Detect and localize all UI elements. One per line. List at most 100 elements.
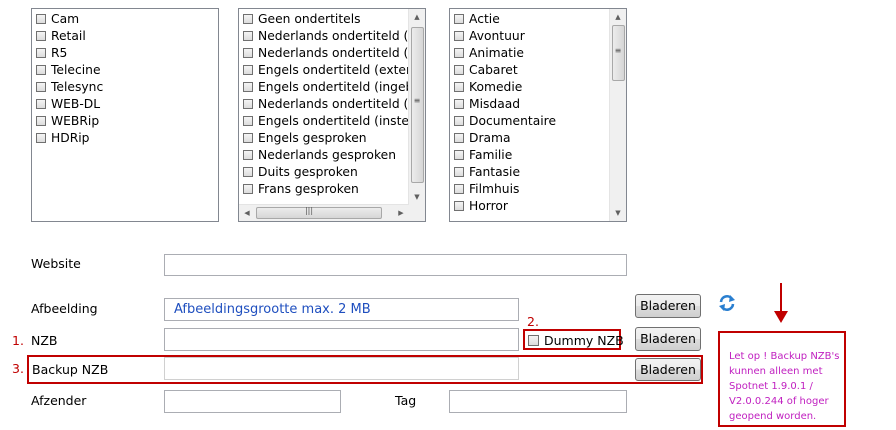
scroll-down-arrow-icon[interactable]: ▼ bbox=[409, 189, 425, 205]
scroll-thumb[interactable] bbox=[411, 27, 424, 183]
checkbox-icon[interactable] bbox=[454, 150, 464, 160]
genre-item-label: Misdaad bbox=[469, 97, 521, 111]
genre-item[interactable]: Misdaad bbox=[450, 96, 610, 113]
subtitle-item[interactable]: Engels gesproken bbox=[239, 130, 409, 147]
subtitle-item[interactable]: Frans gesproken bbox=[239, 181, 409, 198]
checkbox-icon[interactable] bbox=[36, 133, 46, 143]
refresh-icon[interactable] bbox=[717, 293, 737, 313]
checkbox-icon[interactable] bbox=[36, 31, 46, 41]
checkbox-icon[interactable] bbox=[454, 82, 464, 92]
scroll-down-arrow-icon[interactable]: ▼ bbox=[610, 205, 626, 221]
sender-label: Afzender bbox=[31, 393, 87, 408]
subtitle-item[interactable]: Engels ondertiteld (ingeba bbox=[239, 79, 409, 96]
checkbox-icon[interactable] bbox=[454, 31, 464, 41]
nzb-input[interactable] bbox=[164, 328, 519, 351]
format-item[interactable]: R5 bbox=[32, 45, 218, 62]
subtitle-item[interactable]: Nederlands gesproken bbox=[239, 147, 409, 164]
checkbox-icon[interactable] bbox=[454, 167, 464, 177]
backup-nzb-input[interactable] bbox=[164, 357, 519, 380]
format-item[interactable]: HDRip bbox=[32, 130, 218, 147]
checkbox-icon[interactable] bbox=[36, 82, 46, 92]
format-item[interactable]: WEB-DL bbox=[32, 96, 218, 113]
genre-item[interactable]: Cabaret bbox=[450, 62, 610, 79]
format-item-label: WEB-DL bbox=[51, 97, 101, 111]
scroll-thumb-horizontal[interactable] bbox=[256, 207, 382, 219]
genre-vertical-scrollbar[interactable]: ▲ ≡ ▼ bbox=[609, 9, 626, 221]
genre-item[interactable]: Documentaire bbox=[450, 113, 610, 130]
subtitle-item-label: Nederlands ondertiteld (in bbox=[258, 97, 409, 111]
subtitle-vertical-scrollbar[interactable]: ▲ ≡ ▼ bbox=[408, 9, 425, 205]
subtitle-item[interactable]: Geen ondertitels bbox=[239, 11, 409, 28]
website-input[interactable] bbox=[164, 254, 627, 276]
checkbox-icon[interactable] bbox=[243, 65, 253, 75]
checkbox-icon[interactable] bbox=[243, 184, 253, 194]
checkbox-icon[interactable] bbox=[243, 48, 253, 58]
checkbox-icon[interactable] bbox=[454, 116, 464, 126]
genre-item[interactable]: Drama bbox=[450, 130, 610, 147]
subtitle-item-label: Duits gesproken bbox=[258, 165, 358, 179]
checkbox-icon[interactable] bbox=[243, 31, 253, 41]
scroll-up-arrow-icon[interactable]: ▲ bbox=[409, 9, 425, 25]
format-item[interactable]: Telecine bbox=[32, 62, 218, 79]
format-listbox[interactable]: Cam Retail R5 Telecine Telesync WEB-DL WEBRip H… bbox=[31, 8, 219, 222]
genre-item[interactable]: Familie bbox=[450, 147, 610, 164]
genre-item-label: Animatie bbox=[469, 46, 524, 60]
subtitle-listbox[interactable]: Geen ondertitels Nederlands ondertiteld (… bbox=[238, 8, 426, 222]
scroll-left-arrow-icon[interactable]: ◀ bbox=[239, 205, 255, 221]
subtitle-item[interactable]: Nederlands ondertiteld (ex bbox=[239, 28, 409, 45]
genre-listbox[interactable]: Actie Avontuur Animatie Cabaret Komedie Misda… bbox=[449, 8, 627, 222]
checkbox-icon[interactable] bbox=[243, 167, 253, 177]
genre-item[interactable]: Animatie bbox=[450, 45, 610, 62]
checkbox-icon[interactable] bbox=[36, 48, 46, 58]
checkbox-icon[interactable] bbox=[243, 133, 253, 143]
image-input[interactable]: Afbeeldingsgrootte max. 2 MB bbox=[164, 298, 519, 321]
tag-input[interactable] bbox=[449, 390, 627, 413]
browse-image-button[interactable]: Bladeren bbox=[635, 294, 701, 318]
checkbox-icon[interactable] bbox=[243, 82, 253, 92]
genre-item-label: Horror bbox=[469, 199, 508, 213]
checkbox-icon[interactable] bbox=[243, 150, 253, 160]
genre-item[interactable]: Actie bbox=[450, 11, 610, 28]
subtitle-item[interactable]: Engels ondertiteld (extern) bbox=[239, 62, 409, 79]
subtitle-item[interactable]: Engels ondertiteld (instelba bbox=[239, 113, 409, 130]
checkbox-icon[interactable] bbox=[454, 99, 464, 109]
checkbox-icon[interactable] bbox=[454, 184, 464, 194]
checkbox-icon[interactable] bbox=[243, 99, 253, 109]
browse-backup-nzb-button[interactable]: Bladeren bbox=[635, 358, 701, 381]
subtitle-item[interactable]: Nederlands ondertiteld (in bbox=[239, 96, 409, 113]
checkbox-icon[interactable] bbox=[36, 99, 46, 109]
checkbox-icon[interactable] bbox=[454, 65, 464, 75]
scroll-right-arrow-icon[interactable]: ▶ bbox=[393, 205, 409, 221]
genre-item[interactable]: Fantasie bbox=[450, 164, 610, 181]
checkbox-icon[interactable] bbox=[36, 14, 46, 24]
checkbox-icon[interactable] bbox=[243, 14, 253, 24]
genre-item-label: Drama bbox=[469, 131, 511, 145]
checkbox-icon[interactable] bbox=[454, 201, 464, 211]
genre-item[interactable]: Avontuur bbox=[450, 28, 610, 45]
genre-item-label: Filmhuis bbox=[469, 182, 520, 196]
format-item[interactable]: Cam bbox=[32, 11, 218, 28]
checkbox-icon[interactable] bbox=[36, 116, 46, 126]
scroll-up-arrow-icon[interactable]: ▲ bbox=[610, 9, 626, 25]
subtitle-item[interactable]: Nederlands ondertiteld (in bbox=[239, 45, 409, 62]
checkbox-icon[interactable] bbox=[454, 14, 464, 24]
format-item[interactable]: WEBRip bbox=[32, 113, 218, 130]
browse-nzb-button[interactable]: Bladeren bbox=[635, 327, 701, 351]
sender-input[interactable] bbox=[164, 390, 341, 413]
genre-item-label: Actie bbox=[469, 12, 500, 26]
image-size-hint: Afbeeldingsgrootte max. 2 MB bbox=[174, 302, 371, 317]
format-item[interactable]: Telesync bbox=[32, 79, 218, 96]
dummy-nzb-checkbox[interactable]: Dummy NZB bbox=[528, 333, 624, 348]
subtitle-item[interactable]: Duits gesproken bbox=[239, 164, 409, 181]
checkbox-icon[interactable] bbox=[528, 335, 539, 346]
checkbox-icon[interactable] bbox=[36, 65, 46, 75]
format-item[interactable]: Retail bbox=[32, 28, 218, 45]
genre-item[interactable]: Filmhuis bbox=[450, 181, 610, 198]
genre-item[interactable]: Komedie bbox=[450, 79, 610, 96]
subtitle-item-label: Engels ondertiteld (instelba bbox=[258, 114, 409, 128]
checkbox-icon[interactable] bbox=[454, 48, 464, 58]
subtitle-horizontal-scrollbar[interactable]: ◀ ||| ▶ bbox=[239, 204, 409, 221]
genre-item[interactable]: Horror bbox=[450, 198, 610, 215]
checkbox-icon[interactable] bbox=[454, 133, 464, 143]
checkbox-icon[interactable] bbox=[243, 116, 253, 126]
